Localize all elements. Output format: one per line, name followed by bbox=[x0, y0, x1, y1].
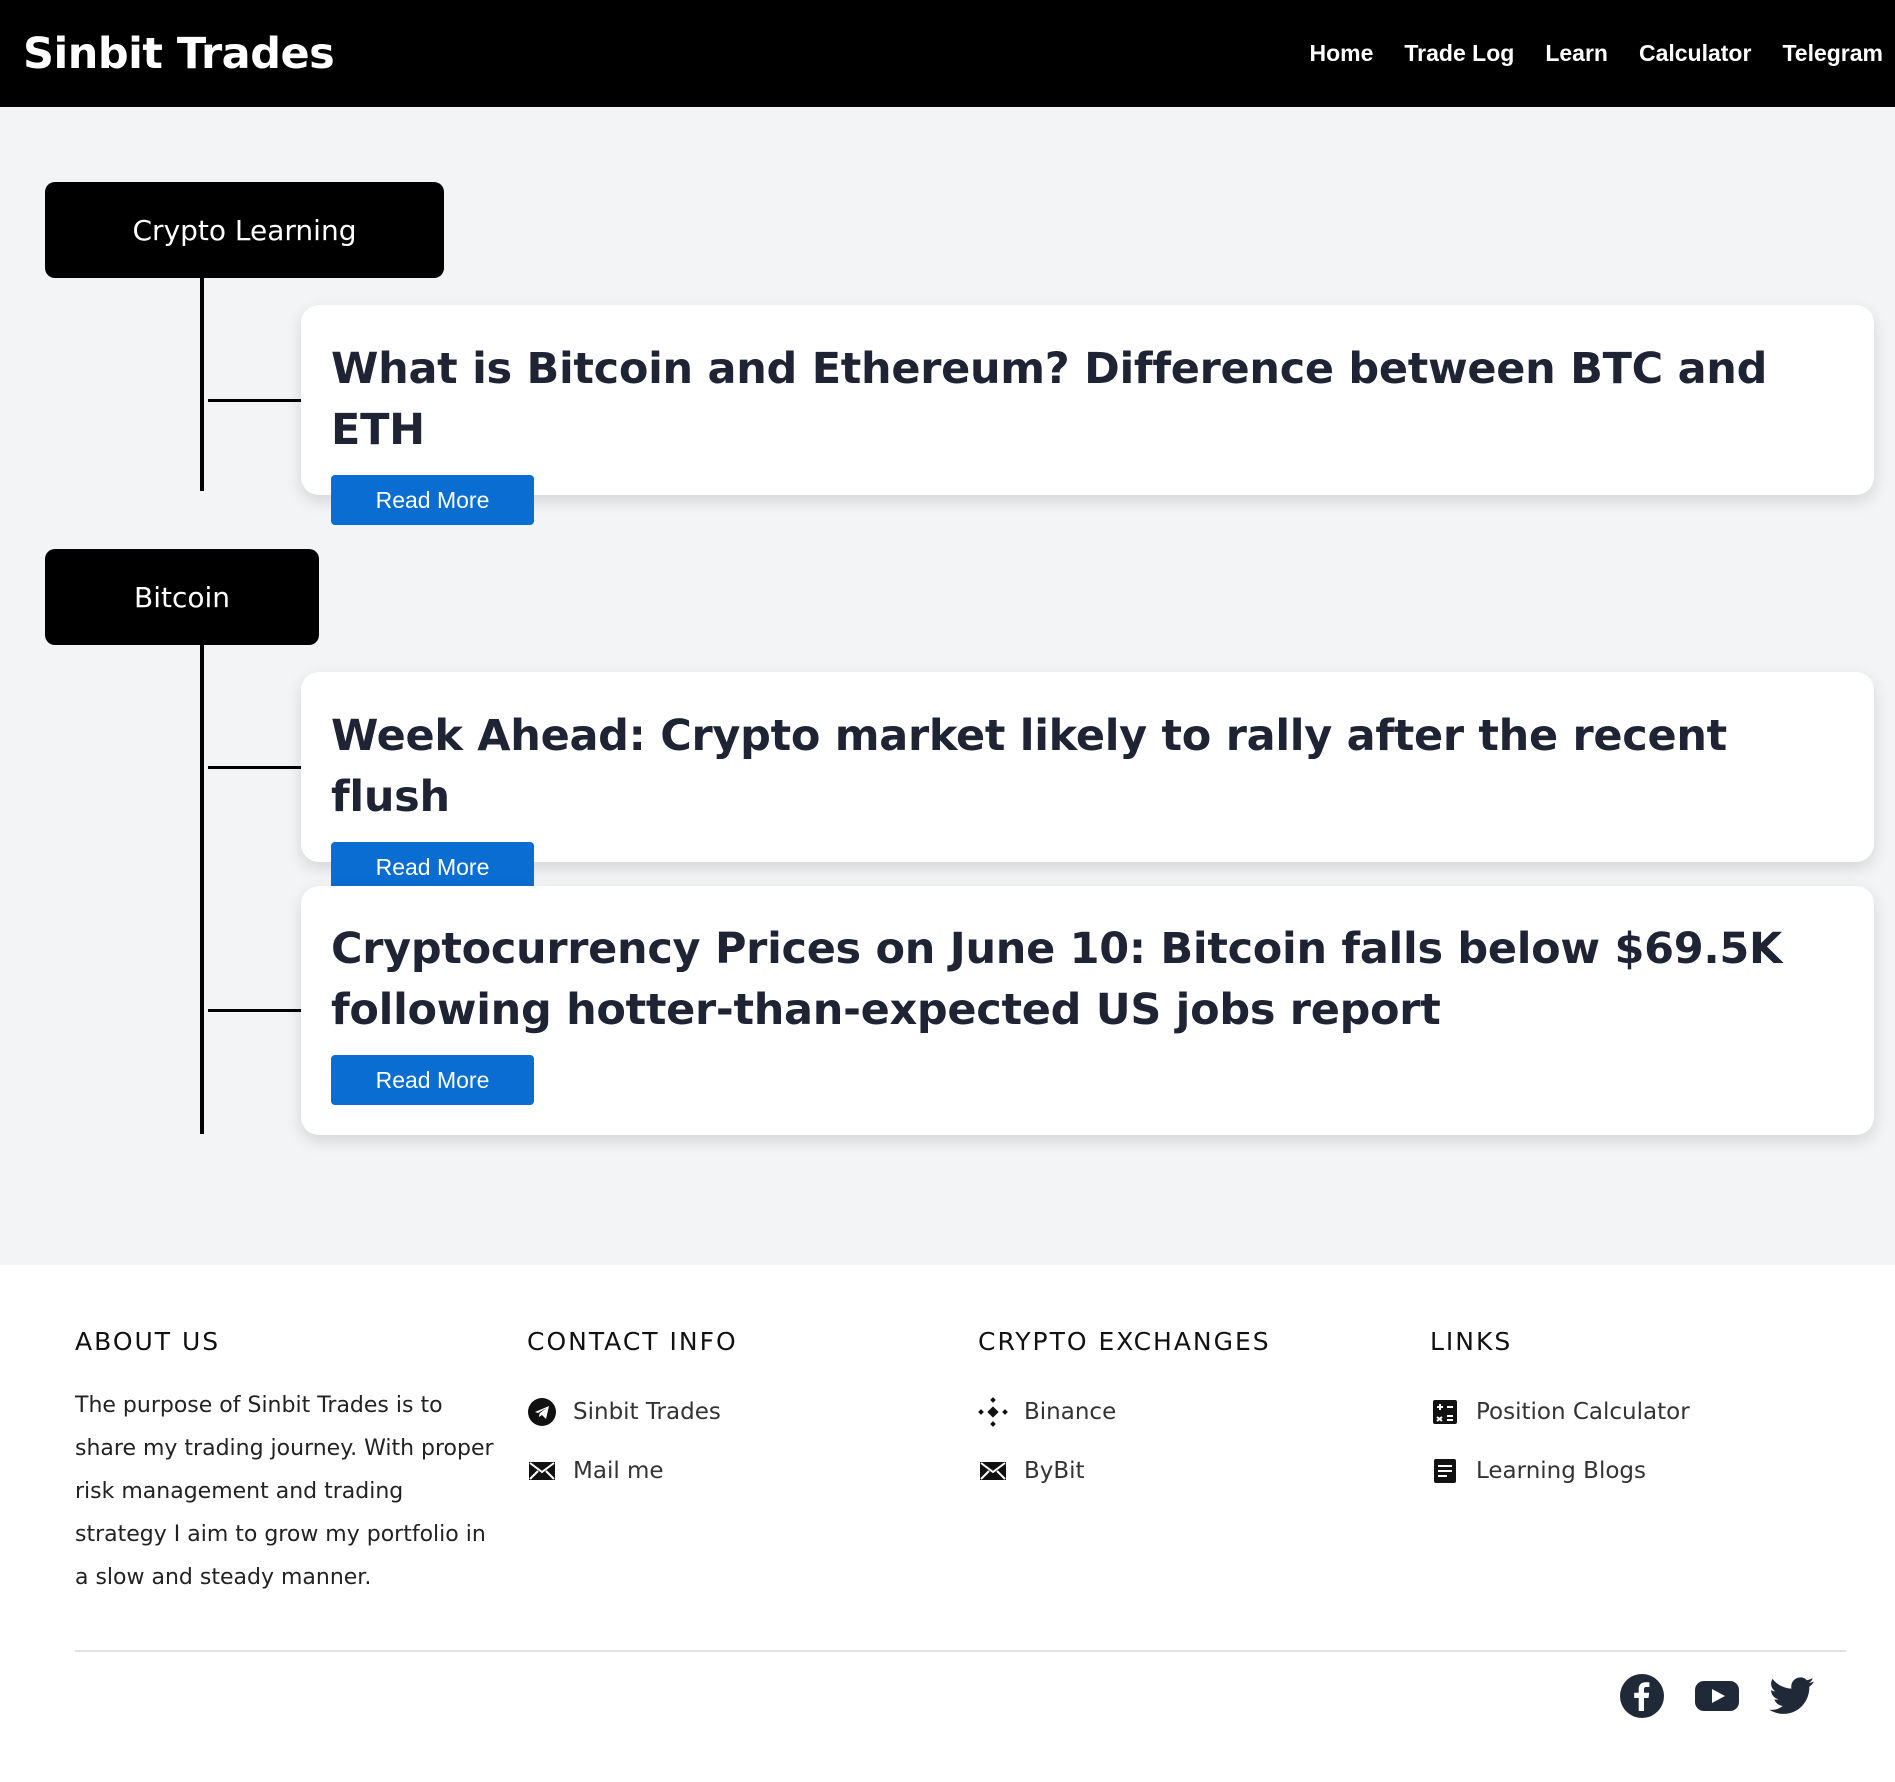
read-more-button[interactable]: Read More bbox=[331, 475, 534, 525]
site-footer: ABOUT US The purpose of Sinbit Trades is… bbox=[0, 1265, 1895, 1782]
nav-trade-log[interactable]: Trade Log bbox=[1404, 40, 1514, 67]
link-label: Position Calculator bbox=[1476, 1398, 1690, 1425]
mail-icon bbox=[978, 1456, 1008, 1486]
post-card: Cryptocurrency Prices on June 10: Bitcoi… bbox=[301, 886, 1874, 1135]
footer-heading: CONTACT INFO bbox=[527, 1327, 738, 1356]
footer-divider bbox=[75, 1650, 1846, 1652]
post-card: Week Ahead: Crypto market likely to rall… bbox=[301, 672, 1874, 892]
post-card: What is Bitcoin and Ethereum? Difference… bbox=[301, 305, 1874, 525]
post-title[interactable]: Week Ahead: Crypto market likely to rall… bbox=[331, 706, 1844, 828]
footer-heading: LINKS bbox=[1430, 1327, 1513, 1356]
site-logo[interactable]: Sinbit Trades bbox=[23, 29, 335, 79]
footer-contact: CONTACT INFO Sinbit Trades Mail me bbox=[527, 1327, 957, 1500]
timeline-line bbox=[200, 645, 204, 1134]
footer-heading: CRYPTO EXCHANGES bbox=[978, 1327, 1271, 1356]
exchange-label: Binance bbox=[1024, 1398, 1117, 1425]
timeline-connector bbox=[208, 399, 302, 402]
facebook-icon[interactable] bbox=[1618, 1672, 1666, 1720]
timeline-connector bbox=[208, 766, 302, 769]
calculator-icon bbox=[1430, 1397, 1460, 1427]
category-label-bitcoin: Bitcoin bbox=[45, 549, 319, 645]
about-text: The purpose of Sinbit Trades is to share… bbox=[75, 1393, 494, 1590]
post-title[interactable]: Cryptocurrency Prices on June 10: Bitcoi… bbox=[331, 919, 1844, 1041]
learn-timeline: Crypto Learning What is Bitcoin and Ethe… bbox=[0, 107, 1895, 1265]
nav-learn[interactable]: Learn bbox=[1545, 40, 1608, 67]
top-navbar: Sinbit Trades Home Trade Log Learn Calcu… bbox=[0, 0, 1895, 107]
nav-calculator[interactable]: Calculator bbox=[1639, 40, 1751, 67]
read-more-button[interactable]: Read More bbox=[331, 842, 534, 892]
contact-mail-link[interactable]: Mail me bbox=[527, 1441, 957, 1500]
read-more-button[interactable]: Read More bbox=[331, 1055, 534, 1105]
nav-home[interactable]: Home bbox=[1310, 40, 1374, 67]
exchange-bybit-link[interactable]: ByBit bbox=[978, 1441, 1408, 1500]
post-title[interactable]: What is Bitcoin and Ethereum? Difference… bbox=[331, 339, 1844, 461]
timeline-line bbox=[200, 278, 204, 491]
nav-telegram[interactable]: Telegram bbox=[1782, 40, 1883, 67]
link-learning-blogs[interactable]: Learning Blogs bbox=[1430, 1441, 1860, 1500]
main-nav: Home Trade Log Learn Calculator Telegram bbox=[1279, 40, 1884, 67]
footer-links: LINKS Position Calculator Learning Blogs bbox=[1430, 1327, 1860, 1500]
timeline-connector bbox=[208, 1009, 302, 1012]
footer-about: ABOUT US The purpose of Sinbit Trades is… bbox=[75, 1327, 505, 1599]
contact-label: Mail me bbox=[573, 1457, 664, 1484]
binance-icon bbox=[978, 1396, 1008, 1427]
category-label-crypto-learning: Crypto Learning bbox=[45, 182, 444, 278]
contact-label: Sinbit Trades bbox=[573, 1398, 721, 1425]
mail-icon bbox=[527, 1456, 557, 1486]
exchange-label: ByBit bbox=[1024, 1457, 1085, 1484]
document-icon bbox=[1430, 1456, 1460, 1486]
link-label: Learning Blogs bbox=[1476, 1457, 1646, 1484]
youtube-icon[interactable] bbox=[1693, 1672, 1741, 1720]
exchange-binance-link[interactable]: Binance bbox=[978, 1382, 1408, 1441]
contact-telegram-link[interactable]: Sinbit Trades bbox=[527, 1382, 957, 1441]
footer-exchanges: CRYPTO EXCHANGES Binance ByBit bbox=[978, 1327, 1408, 1500]
footer-heading: ABOUT US bbox=[75, 1327, 221, 1356]
telegram-icon bbox=[527, 1397, 557, 1427]
twitter-icon[interactable] bbox=[1768, 1672, 1816, 1720]
link-position-calculator[interactable]: Position Calculator bbox=[1430, 1382, 1860, 1441]
